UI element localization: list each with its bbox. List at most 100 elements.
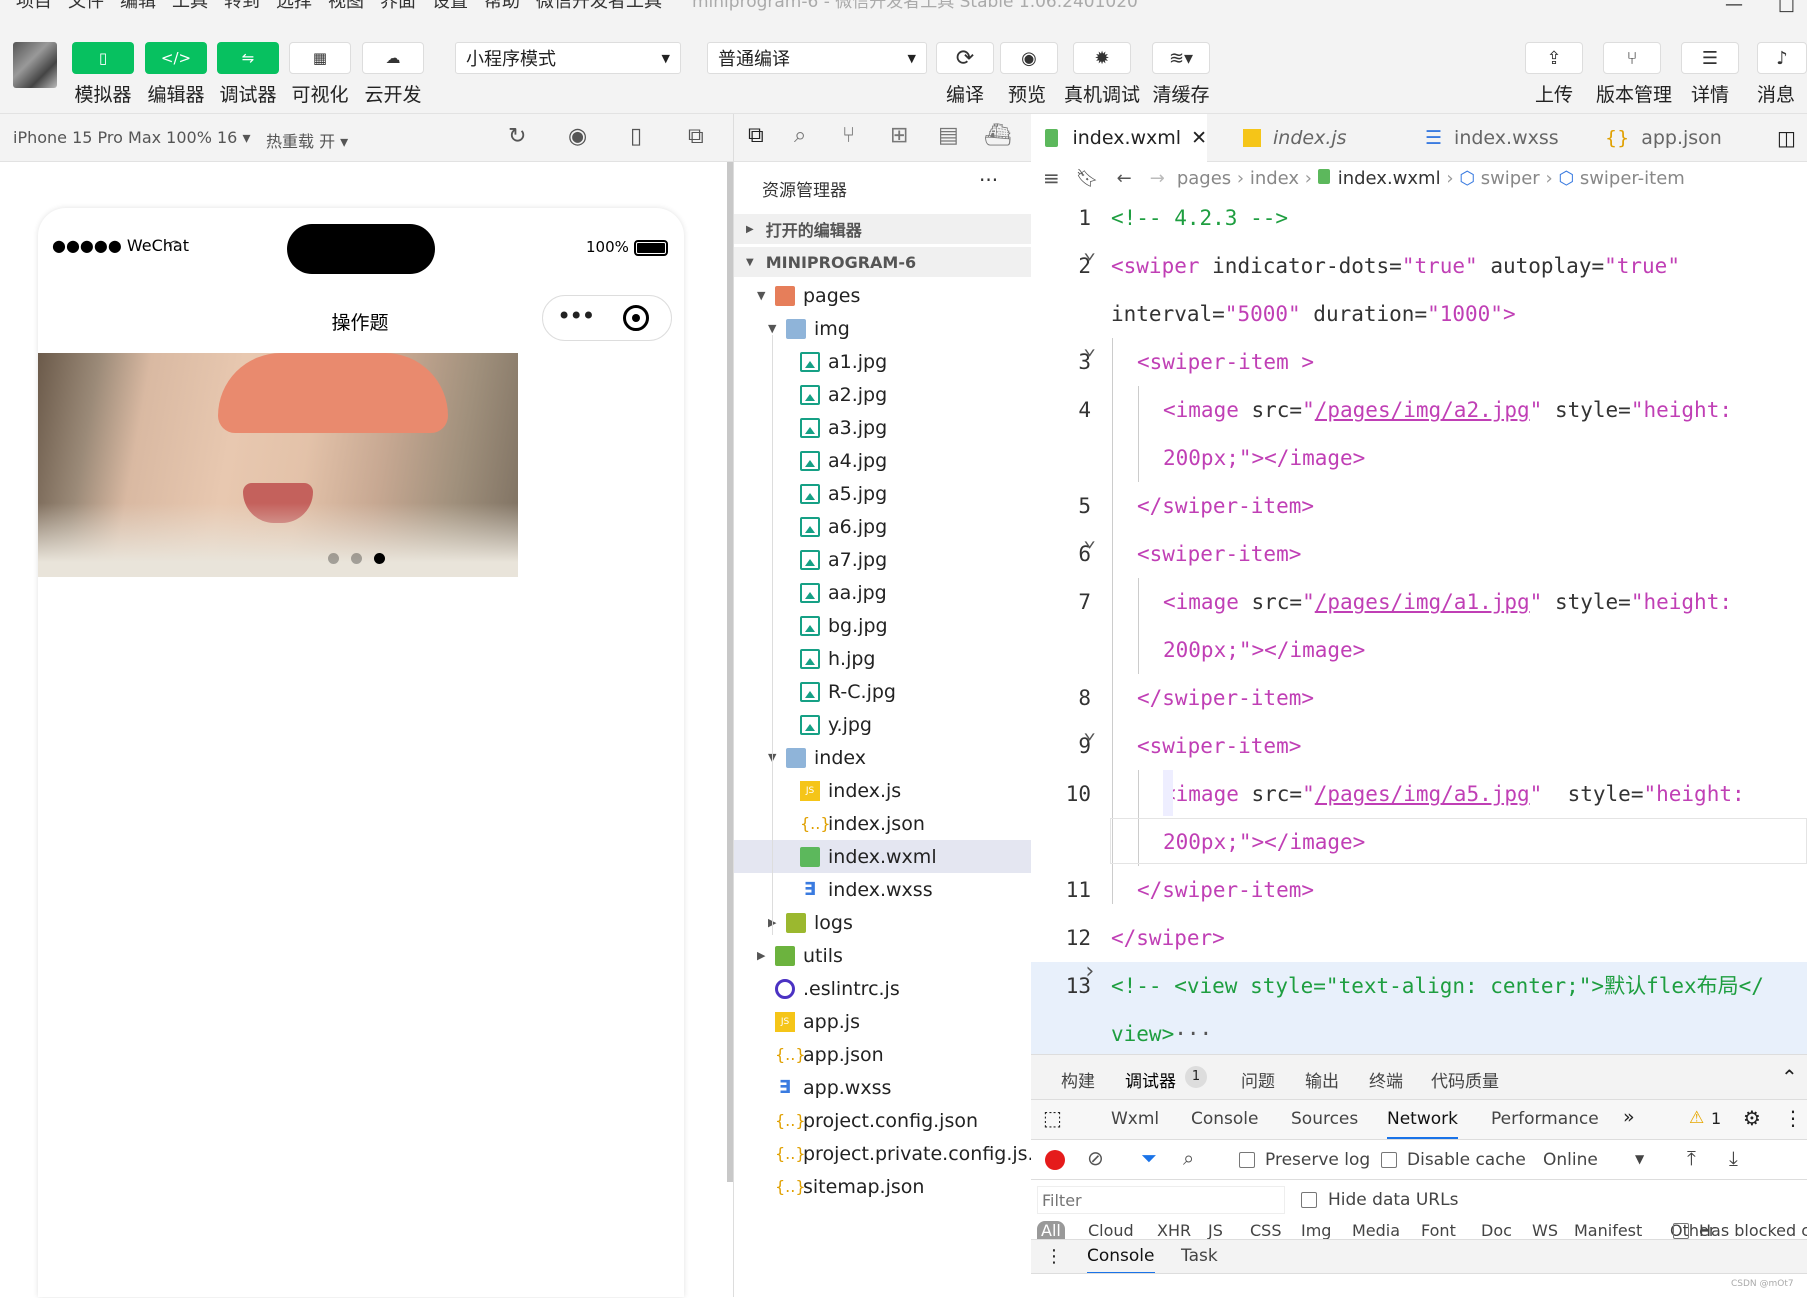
refresh-icon[interactable]: ⟳ — [936, 42, 994, 74]
close-target-icon[interactable] — [623, 305, 649, 331]
device-select[interactable]: iPhone 15 Pro Max 100% 16 ▾ — [13, 128, 250, 147]
close-icon[interactable]: ✕ — [1191, 127, 1207, 149]
tree-item[interactable]: ▼ index — [734, 741, 1031, 774]
fold-open-icon[interactable]: ⌄ — [1083, 324, 1096, 372]
mode-button-code[interactable]: </> — [145, 42, 207, 74]
tree-item[interactable]: h.jpg — [734, 642, 1031, 675]
tree-item[interactable]: a4.jpg — [734, 444, 1031, 477]
capsule-button[interactable]: ••• — [542, 295, 672, 341]
popout-icon[interactable]: ⧉ — [688, 124, 704, 149]
tree-item[interactable]: ∃ index.wxss — [734, 873, 1031, 906]
save-icon[interactable]: ▤ — [938, 123, 959, 148]
gear-icon[interactable]: ⚙ — [1743, 1106, 1761, 1130]
rotate-icon[interactable]: ↻ — [508, 124, 526, 149]
bell-icon[interactable]: ♪ — [1757, 42, 1807, 74]
menu-icon[interactable]: ☰ — [1681, 42, 1739, 74]
tab-index-js[interactable]: index.js — [1229, 114, 1399, 162]
drawer-tab-console[interactable]: Console — [1087, 1246, 1155, 1274]
search-icon[interactable]: ⌕ — [1183, 1146, 1194, 1170]
tree-item[interactable]: index.wxml — [734, 840, 1031, 873]
type-filter[interactable]: Doc — [1481, 1221, 1512, 1239]
panel-tab[interactable]: Performance — [1491, 1109, 1599, 1129]
disable-cache-checkbox[interactable] — [1381, 1152, 1397, 1168]
devtools-tab[interactable]: 输出 — [1305, 1067, 1339, 1092]
breadcrumb-item[interactable]: index — [1250, 168, 1299, 189]
panel-tab[interactable]: Wxml — [1111, 1109, 1159, 1129]
breadcrumb-item[interactable]: pages — [1177, 168, 1231, 189]
throttle-select[interactable]: Online — [1543, 1150, 1598, 1170]
tab-index-wxss[interactable]: ☰ index.wxss — [1411, 114, 1581, 162]
project-header[interactable]: ▼ MINIPROGRAM-6 — [734, 247, 1031, 277]
branch-icon[interactable]: ⑂ — [1603, 42, 1661, 74]
tree-item[interactable]: aa.jpg — [734, 576, 1031, 609]
kebab-icon[interactable]: ⋮ — [1783, 1106, 1803, 1130]
tree-item[interactable]: {..} project.private.config.js... — [734, 1137, 1031, 1170]
mode-button-cloud[interactable]: ☁ — [362, 42, 424, 74]
drawer-tab-task[interactable]: Task — [1181, 1246, 1218, 1266]
menu-item[interactable]: 帮助 — [484, 0, 520, 11]
menu-item[interactable]: 文件 — [68, 0, 104, 11]
devtools-tab[interactable]: 构建 — [1061, 1067, 1095, 1092]
breadcrumb-item[interactable]: swiper-item — [1580, 168, 1685, 189]
git-icon[interactable]: ⑂ — [842, 123, 855, 148]
collapse-icon[interactable]: ⌃ — [1781, 1065, 1798, 1089]
bug-icon[interactable]: ✹ — [1073, 42, 1131, 74]
panel-tab[interactable]: Console — [1191, 1109, 1259, 1129]
layers-icon[interactable]: ≋▾ — [1152, 42, 1210, 74]
type-filter[interactable]: Media — [1352, 1221, 1400, 1239]
breadcrumb-item[interactable]: swiper — [1481, 168, 1540, 189]
tree-item[interactable]: bg.jpg — [734, 609, 1031, 642]
fold-closed-icon[interactable]: › — [1083, 948, 1096, 996]
tree-item[interactable]: JS app.js — [734, 1005, 1031, 1038]
tree-item[interactable]: {..} app.json — [734, 1038, 1031, 1071]
stop-icon[interactable]: ◉ — [568, 124, 587, 149]
tree-item[interactable]: ▶ utils — [734, 939, 1031, 972]
menu-item[interactable]: 微信开发者工具 — [536, 0, 662, 11]
search-icon[interactable]: ⌕ — [794, 123, 806, 148]
swiper-dot[interactable] — [374, 553, 385, 564]
has-blocked-checkbox[interactable] — [1673, 1223, 1689, 1239]
inspect-icon[interactable]: ⬚ — [1043, 1106, 1062, 1130]
open-editors-header[interactable]: ▶ 打开的编辑器 — [734, 214, 1031, 244]
tree-item[interactable]: a5.jpg — [734, 477, 1031, 510]
type-filter[interactable]: JS — [1208, 1221, 1223, 1239]
fold-open-icon[interactable]: ⌄ — [1083, 228, 1096, 276]
swiper-image[interactable] — [38, 353, 518, 577]
tree-item[interactable]: {..} project.config.json — [734, 1104, 1031, 1137]
tree-item[interactable]: ▶ logs — [734, 906, 1031, 939]
filter-input[interactable] — [1037, 1186, 1285, 1214]
devtools-tab[interactable]: 调试器 — [1125, 1067, 1176, 1092]
maximize-icon[interactable]: □ — [1778, 0, 1795, 15]
panel-tab[interactable]: Sources — [1291, 1109, 1358, 1129]
type-filter[interactable]: All — [1037, 1221, 1065, 1239]
menu-item[interactable]: 转到 — [224, 0, 260, 11]
split-editor-icon[interactable]: ◫ — [1777, 126, 1796, 150]
tree-item[interactable]: a6.jpg — [734, 510, 1031, 543]
menu-item[interactable]: 编辑 — [120, 0, 156, 11]
tree-item[interactable]: ∃ app.wxss — [734, 1071, 1031, 1104]
menu-item[interactable]: 设置 — [432, 0, 468, 11]
compile-select[interactable]: 普通编译 ▼ — [707, 42, 927, 74]
docker-icon[interactable]: ⛴ — [984, 123, 1012, 148]
list-icon[interactable]: ≡ — [1043, 166, 1060, 190]
tree-item[interactable]: a1.jpg — [734, 345, 1031, 378]
more-icon[interactable]: ••• — [557, 302, 595, 330]
fold-open-icon[interactable]: ⌄ — [1083, 708, 1096, 756]
import-icon[interactable]: ⤒ — [1687, 1146, 1696, 1170]
tree-item[interactable]: a3.jpg — [734, 411, 1031, 444]
forward-icon[interactable]: → — [1150, 168, 1165, 189]
back-icon[interactable]: ← — [1117, 168, 1132, 189]
tree-item[interactable]: a7.jpg — [734, 543, 1031, 576]
breadcrumb-item[interactable]: index.wxml — [1338, 168, 1441, 189]
swiper-dot[interactable] — [328, 553, 339, 564]
menu-item[interactable]: 工具 — [172, 0, 208, 11]
type-filter[interactable]: WS — [1532, 1221, 1558, 1239]
phone-icon[interactable]: ▯ — [630, 124, 642, 149]
tree-item[interactable]: a2.jpg — [734, 378, 1031, 411]
type-filter[interactable]: Img — [1301, 1221, 1331, 1239]
menu-item[interactable]: 界面 — [380, 0, 416, 11]
hotreload-select[interactable]: 热重载 开 ▾ — [266, 128, 348, 152]
fold-open-icon[interactable]: ⌄ — [1083, 516, 1096, 564]
bookmark-icon[interactable]: 🔖︎ — [1076, 168, 1099, 189]
tree-item[interactable]: .eslintrc.js — [734, 972, 1031, 1005]
